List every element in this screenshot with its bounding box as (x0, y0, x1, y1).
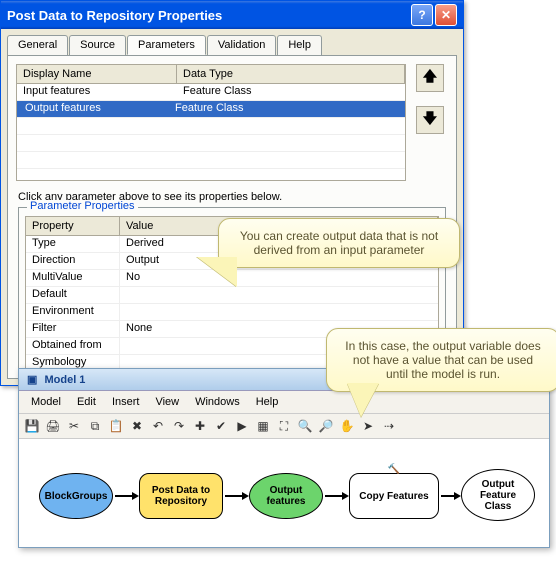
move-down-button[interactable]: 🡇 (416, 106, 444, 134)
table-row[interactable] (17, 152, 405, 169)
copy-icon[interactable]: ⧉ (86, 417, 104, 435)
run-icon[interactable]: ▶ (233, 417, 251, 435)
tab-parameters[interactable]: Parameters (127, 35, 206, 55)
model-icon: ▣ (27, 374, 37, 386)
node-post-data[interactable]: Post Data to Repository (139, 473, 223, 519)
zoom-in-icon[interactable]: 🔍 (296, 417, 314, 435)
col-data-type[interactable]: Data Type (177, 65, 405, 83)
connect-icon[interactable]: ⇢ (380, 417, 398, 435)
callout-note: You can create output data that is not d… (218, 218, 460, 268)
select-icon[interactable]: ➤ (359, 417, 377, 435)
connector-icon (225, 495, 243, 497)
connector-icon (441, 495, 455, 497)
close-icon[interactable]: ✕ (435, 4, 457, 26)
param-name: Output features (19, 101, 169, 117)
save-icon[interactable]: 💾 (23, 417, 41, 435)
tab-strip: General Source Parameters Validation Hel… (1, 29, 463, 55)
auto-layout-icon[interactable]: ▦ (254, 417, 272, 435)
menu-edit[interactable]: Edit (71, 394, 102, 410)
callout-text: You can create output data that is not d… (240, 229, 438, 257)
node-blockgroups[interactable]: BlockGroups (39, 473, 113, 519)
print-icon[interactable]: 🖨 (44, 417, 62, 435)
table-row[interactable]: Input features Feature Class (17, 84, 405, 101)
table-row[interactable] (17, 135, 405, 152)
delete-icon[interactable]: ✖ (128, 417, 146, 435)
table-row[interactable]: Environment (26, 304, 438, 321)
node-copy-features[interactable]: 🔨Copy Features (349, 473, 439, 519)
help-icon[interactable]: ? (411, 4, 433, 26)
connector-icon (115, 495, 133, 497)
hammer-icon: 🔨 (388, 464, 400, 475)
group-legend: Parameter Properties (27, 200, 138, 212)
titlebar: Post Data to Repository Properties ? ✕ (1, 1, 463, 29)
tab-source[interactable]: Source (69, 35, 126, 55)
connector-icon (325, 495, 343, 497)
menu-help[interactable]: Help (250, 394, 285, 410)
col-display-name[interactable]: Display Name (17, 65, 177, 83)
tab-validation[interactable]: Validation (207, 35, 277, 55)
cut-icon[interactable]: ✂ (65, 417, 83, 435)
model-canvas[interactable]: BlockGroups Post Data to Repository Outp… (19, 439, 549, 547)
move-up-button[interactable]: 🡅 (416, 64, 444, 92)
menu-view[interactable]: View (149, 394, 185, 410)
menu-insert[interactable]: Insert (106, 394, 146, 410)
callout-note: In this case, the output variable does n… (326, 328, 556, 392)
table-row[interactable]: Default (26, 287, 438, 304)
parameter-grid[interactable]: Display Name Data Type Input features Fe… (16, 64, 406, 181)
callout-text: In this case, the output variable does n… (345, 339, 540, 381)
menu-windows[interactable]: Windows (189, 394, 246, 410)
full-extent-icon[interactable]: ⛶ (275, 417, 293, 435)
col-property[interactable]: Property (26, 217, 120, 235)
param-type: Feature Class (169, 101, 405, 117)
param-type: Feature Class (177, 84, 405, 100)
tab-general[interactable]: General (7, 35, 68, 55)
undo-icon[interactable]: ↶ (149, 417, 167, 435)
validate-icon[interactable]: ✔ (212, 417, 230, 435)
add-data-icon[interactable]: ✚ (191, 417, 209, 435)
paste-icon[interactable]: 📋 (107, 417, 125, 435)
menu-bar: Model Edit Insert View Windows Help (19, 391, 549, 414)
pan-icon[interactable]: ✋ (338, 417, 356, 435)
redo-icon[interactable]: ↷ (170, 417, 188, 435)
model-window: ▣ Model 1 Model Edit Insert View Windows… (18, 368, 550, 548)
toolbar: 💾 🖨 ✂ ⧉ 📋 ✖ ↶ ↷ ✚ ✔ ▶ ▦ ⛶ 🔍 🔎 ✋ ➤ ⇢ (19, 414, 549, 439)
dialog-title: Post Data to Repository Properties (7, 8, 222, 23)
zoom-out-icon[interactable]: 🔎 (317, 417, 335, 435)
param-name: Input features (17, 84, 177, 100)
menu-model[interactable]: Model (25, 394, 67, 410)
tab-help[interactable]: Help (277, 35, 322, 55)
table-row[interactable] (17, 169, 405, 180)
node-output-features[interactable]: Output features (249, 473, 323, 519)
table-row[interactable] (17, 118, 405, 135)
node-output-feature-class[interactable]: Output Feature Class (461, 469, 535, 521)
table-row[interactable]: Output features Feature Class (17, 101, 405, 118)
